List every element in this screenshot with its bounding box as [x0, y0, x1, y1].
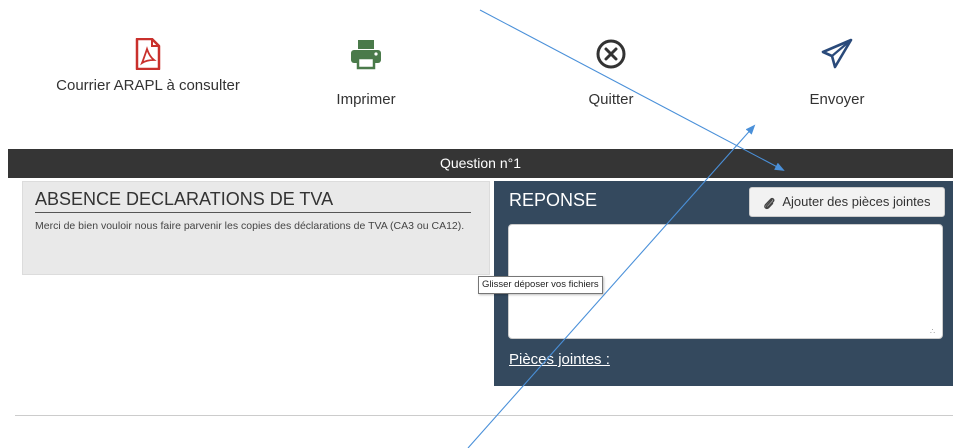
courrier-arapl-button[interactable]: Courrier ARAPL à consulter	[48, 38, 248, 98]
printer-icon	[351, 40, 381, 70]
resize-grip-icon[interactable]: ∴	[930, 327, 935, 336]
print-button[interactable]: Imprimer	[266, 38, 466, 112]
print-label: Imprimer	[336, 91, 396, 108]
send-label: Envoyer	[809, 91, 865, 108]
toolbar: Courrier ARAPL à consulter Imprimer Quit…	[0, 0, 953, 140]
question-text: Merci de bien vouloir nous faire parveni…	[35, 220, 465, 232]
paperclip-icon	[764, 197, 775, 209]
response-title: REPONSE	[509, 190, 598, 210]
quit-label: Quitter	[588, 91, 634, 108]
courrier-arapl-label: Courrier ARAPL à consulter	[56, 77, 240, 94]
pdf-file-icon	[135, 38, 161, 70]
drop-files-tooltip: Glisser déposer vos fichiers	[478, 276, 603, 294]
divider	[15, 415, 953, 416]
question-title: ABSENCE DECLARATIONS DE TVA	[35, 189, 471, 213]
close-circle-icon	[596, 39, 626, 69]
add-attachments-label: Ajouter des pièces jointes	[782, 194, 931, 209]
send-button[interactable]: Envoyer	[737, 38, 937, 112]
question-number-bar: Question n°1	[8, 149, 953, 178]
question-panel: ABSENCE DECLARATIONS DE TVA Merci de bie…	[22, 181, 490, 275]
paper-plane-icon	[821, 38, 853, 69]
attachments-label: Pièces jointes :	[509, 351, 610, 368]
quit-button[interactable]: Quitter	[511, 38, 711, 112]
add-attachments-button[interactable]: Ajouter des pièces jointes	[749, 187, 945, 217]
